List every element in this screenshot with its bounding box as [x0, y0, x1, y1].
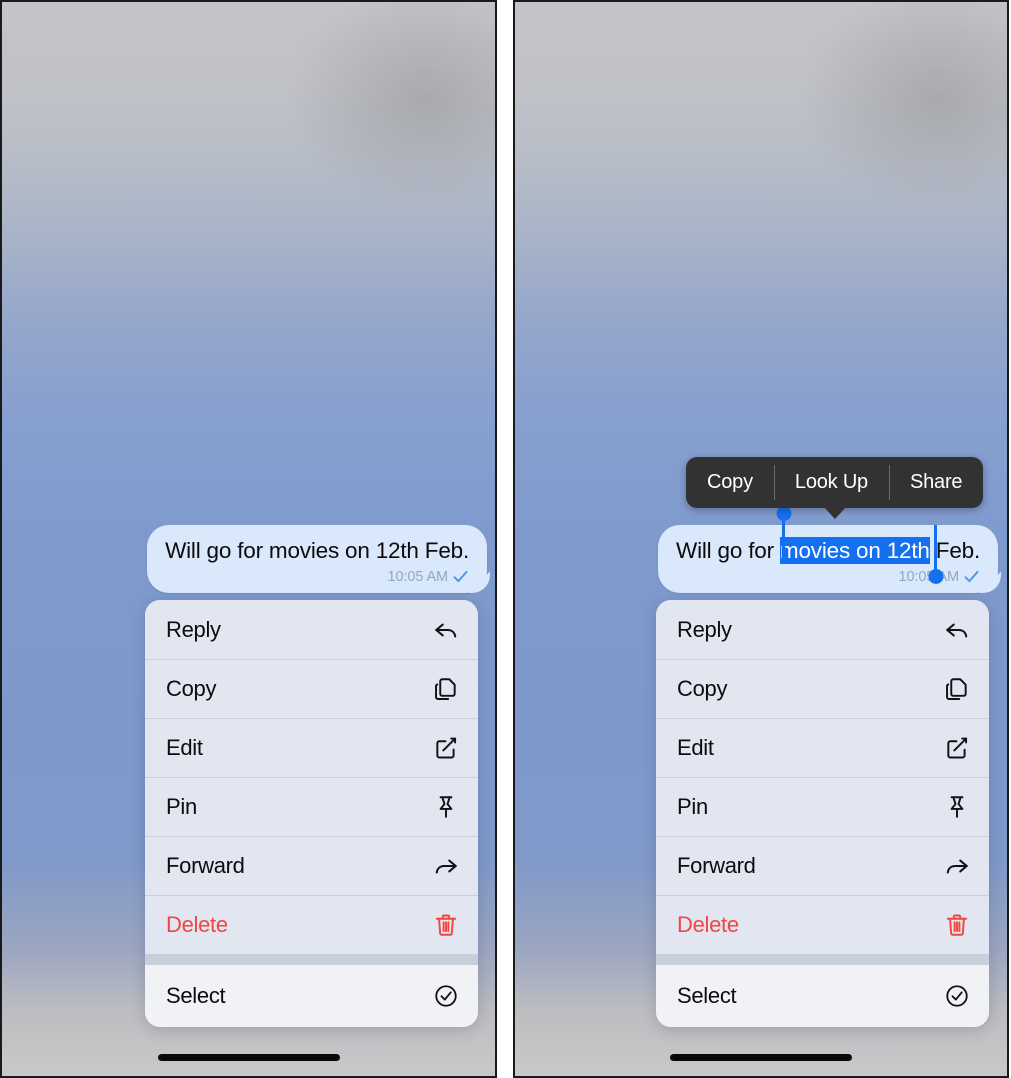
message-text-after: Feb. [929, 538, 980, 563]
context-menu-label: Select [677, 983, 737, 1008]
context-menu-item-edit[interactable]: Edit [145, 718, 478, 777]
context-menu-label: Edit [166, 734, 203, 760]
home-indicator[interactable] [670, 1054, 852, 1061]
edit-pencil-square-icon [944, 735, 970, 761]
selection-handle-start[interactable] [776, 506, 792, 559]
edit-menu-pointer-arrow [823, 507, 846, 519]
context-menu-item-reply[interactable]: Reply [656, 600, 989, 659]
check-circle-icon [433, 983, 459, 1009]
reply-arrow-icon [944, 617, 970, 643]
pin-icon [433, 794, 459, 820]
context-menu-label: Reply [166, 616, 221, 642]
delivered-check-icon [963, 568, 980, 585]
edit-menu-look-up[interactable]: Look Up [773, 457, 889, 508]
message-context-menu: Reply Copy Edit Pin Forward Delete Selec… [145, 600, 478, 1027]
context-menu-group-separator [145, 954, 478, 965]
edit-menu-label: Look Up [794, 471, 868, 493]
pin-icon [944, 794, 970, 820]
forward-arrow-icon [433, 853, 459, 879]
selection-handle-knob [928, 569, 944, 584]
edit-menu-copy[interactable]: Copy [686, 457, 774, 508]
context-menu-item-pin[interactable]: Pin [145, 777, 478, 836]
selection-handle-knob [776, 506, 792, 521]
trash-icon [944, 912, 970, 938]
context-menu-label: Pin [166, 793, 197, 819]
trash-icon [433, 912, 459, 938]
edit-menu-label: Share [909, 471, 963, 493]
text-edit-menu: Copy Look Up Share [686, 457, 984, 519]
copy-pages-icon [433, 676, 459, 702]
context-menu-label: Copy [677, 675, 728, 701]
context-menu-item-select[interactable]: Select [656, 965, 989, 1027]
selection-handle-end[interactable] [928, 525, 944, 584]
context-menu-item-forward[interactable]: Forward [145, 836, 478, 895]
screenshot-comparison: Will go for movies on 12th Feb. 10:05 AM… [0, 0, 1011, 1078]
context-menu-label: Pin [677, 793, 708, 819]
message-text: Will go for movies on 12th Feb. [165, 538, 469, 563]
message-bubble-outgoing[interactable]: Will go for movies on 12th Feb. 10:05 AM [658, 506, 998, 594]
context-menu-label: Delete [166, 911, 228, 937]
phone-screen-right: Copy Look Up Share Will go for movies on… [513, 0, 1009, 1078]
message-bubble-outgoing[interactable]: Will go for movies on 12th Feb. 10:05 AM [147, 525, 487, 594]
context-menu-label: Reply [677, 616, 732, 642]
context-menu-label: Delete [677, 911, 739, 937]
context-menu-label: Edit [677, 734, 714, 760]
context-menu-label: Select [166, 983, 226, 1008]
phone-screen-left: Will go for movies on 12th Feb. 10:05 AM… [0, 0, 497, 1078]
edit-menu-share[interactable]: Share [888, 457, 983, 508]
context-menu-group-separator [656, 954, 989, 965]
context-menu-label: Copy [166, 675, 217, 701]
context-menu-label: Forward [677, 852, 756, 878]
message-timestamp: 10:05 AM [387, 568, 449, 585]
message-row: Will go for movies on 12th Feb. 10:05 AM [142, 525, 487, 594]
context-menu-item-delete[interactable]: Delete [145, 895, 478, 954]
reply-arrow-icon [433, 617, 459, 643]
context-menu-item-copy[interactable]: Copy [145, 659, 478, 718]
home-indicator[interactable] [157, 1054, 340, 1061]
edit-menu-label: Copy [707, 471, 753, 493]
context-menu-item-select[interactable]: Select [145, 965, 478, 1027]
message-row: Will go for movies on 12th Feb. 10:05 AM [653, 506, 998, 594]
message-context-menu: Reply Copy Edit Pin Forward Delete Selec… [656, 600, 989, 1027]
context-menu-item-edit[interactable]: Edit [656, 718, 989, 777]
context-menu-item-forward[interactable]: Forward [656, 836, 989, 895]
context-menu-item-delete[interactable]: Delete [656, 895, 989, 954]
check-circle-icon [944, 983, 970, 1009]
context-menu-item-copy[interactable]: Copy [656, 659, 989, 718]
copy-pages-icon [944, 676, 970, 702]
context-menu-label: Forward [166, 852, 245, 878]
edit-pencil-square-icon [433, 735, 459, 761]
delivered-check-icon [452, 568, 469, 585]
message-text-before: Will go for [676, 538, 780, 563]
context-menu-item-reply[interactable]: Reply [145, 600, 478, 659]
forward-arrow-icon [944, 853, 970, 879]
message-meta: 10:05 AM [165, 568, 469, 585]
context-menu-item-pin[interactable]: Pin [656, 777, 989, 836]
selected-text[interactable]: movies on 12th [779, 537, 930, 564]
